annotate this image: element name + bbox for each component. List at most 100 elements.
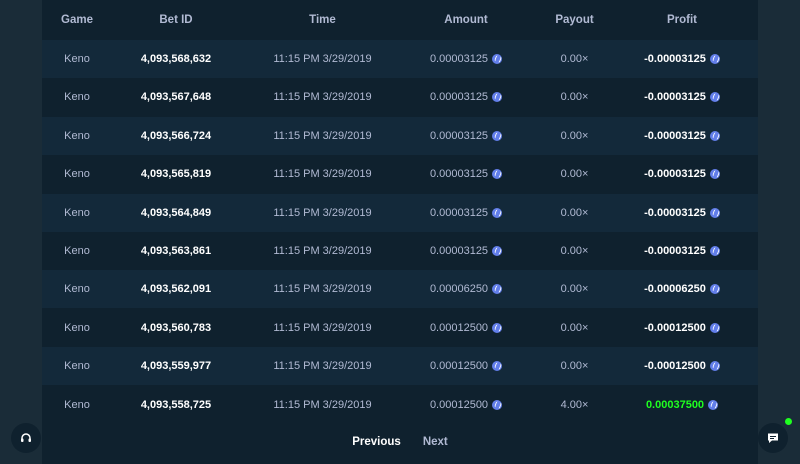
bet-amount: 0.00012500	[429, 398, 489, 411]
ethereum-coin-icon	[492, 284, 503, 295]
bet-id-cell[interactable]: 4,093,564,849	[112, 194, 240, 232]
bet-amount: 0.00003125	[429, 206, 489, 219]
bet-time: 11:15 PM 3/29/2019	[273, 129, 372, 142]
time-cell: 11:15 PM 3/29/2019	[240, 155, 405, 193]
profit-cell: -0.00003125	[622, 117, 742, 155]
bet-payout: 0.00×	[560, 206, 589, 219]
bet-profit: 0.00037500	[645, 398, 705, 411]
bet-profit: -0.00003125	[644, 245, 706, 257]
time-cell: 11:15 PM 3/29/2019	[240, 40, 405, 78]
table-row[interactable]: Keno 4,093,560,783 11:15 PM 3/29/2019 0.000…	[42, 308, 758, 347]
payout-cell: 0.00×	[527, 78, 622, 116]
bet-profit: -0.00003125	[644, 206, 706, 219]
game-name: Keno	[64, 206, 90, 219]
column-header-profit: Profit	[666, 14, 698, 26]
bet-amount: 0.00003125	[429, 53, 489, 65]
bet-payout: 0.00×	[560, 53, 589, 65]
table-row[interactable]: Keno 4,093,566,724 11:15 PM 3/29/2019 0.000…	[42, 116, 758, 155]
table-row[interactable]: Keno 4,093,567,648 11:15 PM 3/29/2019 0.000…	[42, 78, 758, 117]
profit-cell: -0.00012500	[622, 309, 742, 347]
chat-button[interactable]	[758, 423, 788, 453]
table-row[interactable]: Keno 4,093,562,091 11:15 PM 3/29/2019 0.000…	[42, 270, 758, 309]
bet-id[interactable]: 4,093,567,648	[141, 91, 211, 103]
table-row[interactable]: Keno 4,093,563,861 11:15 PM 3/29/2019 0.000…	[42, 232, 758, 270]
bet-time: 11:15 PM 3/29/2019	[273, 53, 372, 65]
bet-id[interactable]: 4,093,562,091	[141, 283, 211, 295]
bet-amount: 0.00012500	[429, 360, 489, 373]
game-name: Keno	[64, 129, 90, 142]
profit-cell: -0.00003125	[622, 194, 742, 232]
profit-cell: -0.00003125	[622, 155, 742, 193]
bet-payout: 0.00×	[560, 321, 589, 334]
amount-cell: 0.00012500	[405, 386, 527, 424]
bet-id[interactable]: 4,093,559,977	[141, 360, 211, 372]
bet-profit: -0.00003125	[644, 129, 706, 142]
bet-id[interactable]: 4,093,565,819	[141, 168, 211, 180]
bet-id[interactable]: 4,093,568,632	[141, 53, 211, 65]
bet-amount: 0.00003125	[429, 129, 489, 142]
column-header-game: Game	[61, 14, 93, 26]
amount-cell: 0.00003125	[405, 232, 527, 270]
bet-id-cell[interactable]: 4,093,567,648	[112, 78, 240, 116]
bet-id-cell[interactable]: 4,093,566,724	[112, 117, 240, 155]
previous-page-button[interactable]: Previous	[352, 436, 401, 448]
table-row[interactable]: Keno 4,093,558,725 11:15 PM 3/29/2019 0.000…	[42, 385, 758, 424]
ethereum-coin-icon	[492, 169, 503, 180]
payout-cell: 0.00×	[527, 40, 622, 78]
bet-id-cell[interactable]: 4,093,562,091	[112, 270, 240, 308]
payout-cell: 4.00×	[527, 386, 622, 424]
bet-time: 11:15 PM 3/29/2019	[273, 206, 372, 219]
bet-profit: -0.00003125	[644, 53, 706, 65]
bet-profit: -0.00012500	[644, 321, 706, 334]
ethereum-coin-icon	[708, 399, 719, 410]
payout-cell: 0.00×	[527, 155, 622, 193]
amount-cell: 0.00003125	[405, 117, 527, 155]
game-cell: Keno	[42, 117, 112, 155]
column-header-payout: Payout	[555, 14, 594, 26]
game-cell: Keno	[42, 309, 112, 347]
amount-cell: 0.00003125	[405, 155, 527, 193]
ethereum-coin-icon	[492, 207, 503, 218]
bet-id-cell[interactable]: 4,093,558,725	[112, 386, 240, 424]
table-row[interactable]: Keno 4,093,559,977 11:15 PM 3/29/2019 0.000…	[42, 347, 758, 386]
bet-id-cell[interactable]: 4,093,560,783	[112, 309, 240, 347]
live-support-button[interactable]	[11, 423, 41, 453]
game-name: Keno	[64, 360, 90, 373]
amount-cell: 0.00003125	[405, 78, 527, 116]
bet-id-cell[interactable]: 4,093,565,819	[112, 155, 240, 193]
bet-payout: 0.00×	[560, 283, 589, 296]
ethereum-coin-icon	[492, 130, 503, 141]
bet-time: 11:15 PM 3/29/2019	[273, 360, 372, 373]
bet-id-cell[interactable]: 4,093,559,977	[112, 347, 240, 385]
amount-cell: 0.00012500	[405, 309, 527, 347]
profit-cell: -0.00003125	[622, 232, 742, 270]
payout-cell: 0.00×	[527, 309, 622, 347]
payout-cell: 0.00×	[527, 347, 622, 385]
table-row[interactable]: Keno 4,093,564,849 11:15 PM 3/29/2019 0.000…	[42, 193, 758, 232]
bet-id-cell[interactable]: 4,093,568,632	[112, 40, 240, 78]
game-name: Keno	[64, 168, 90, 181]
game-cell: Keno	[42, 270, 112, 308]
ethereum-coin-icon	[709, 322, 720, 333]
table-row[interactable]: Keno 4,093,565,819 11:15 PM 3/29/2019 0.000…	[42, 155, 758, 194]
bet-amount: 0.00003125	[429, 245, 489, 257]
pagination: Previous Next	[42, 432, 758, 452]
table-row[interactable]: Keno 4,093,568,632 11:15 PM 3/29/2019 0.000…	[42, 40, 758, 78]
bet-id[interactable]: 4,093,566,724	[141, 130, 211, 142]
ethereum-coin-icon	[492, 92, 503, 103]
amount-cell: 0.00012500	[405, 347, 527, 385]
ethereum-coin-icon	[709, 284, 720, 295]
bet-id-cell[interactable]: 4,093,563,861	[112, 232, 240, 270]
bet-id[interactable]: 4,093,563,861	[141, 245, 211, 257]
ethereum-coin-icon	[492, 246, 503, 256]
game-cell: Keno	[42, 194, 112, 232]
profit-cell: -0.00003125	[622, 78, 742, 116]
game-cell: Keno	[42, 232, 112, 270]
bet-id[interactable]: 4,093,558,725	[141, 399, 211, 411]
amount-cell: 0.00006250	[405, 270, 527, 308]
next-page-button[interactable]: Next	[423, 436, 448, 448]
bet-id[interactable]: 4,093,560,783	[141, 322, 211, 334]
ethereum-coin-icon	[709, 169, 720, 180]
game-name: Keno	[64, 321, 90, 334]
bet-id[interactable]: 4,093,564,849	[141, 207, 211, 219]
